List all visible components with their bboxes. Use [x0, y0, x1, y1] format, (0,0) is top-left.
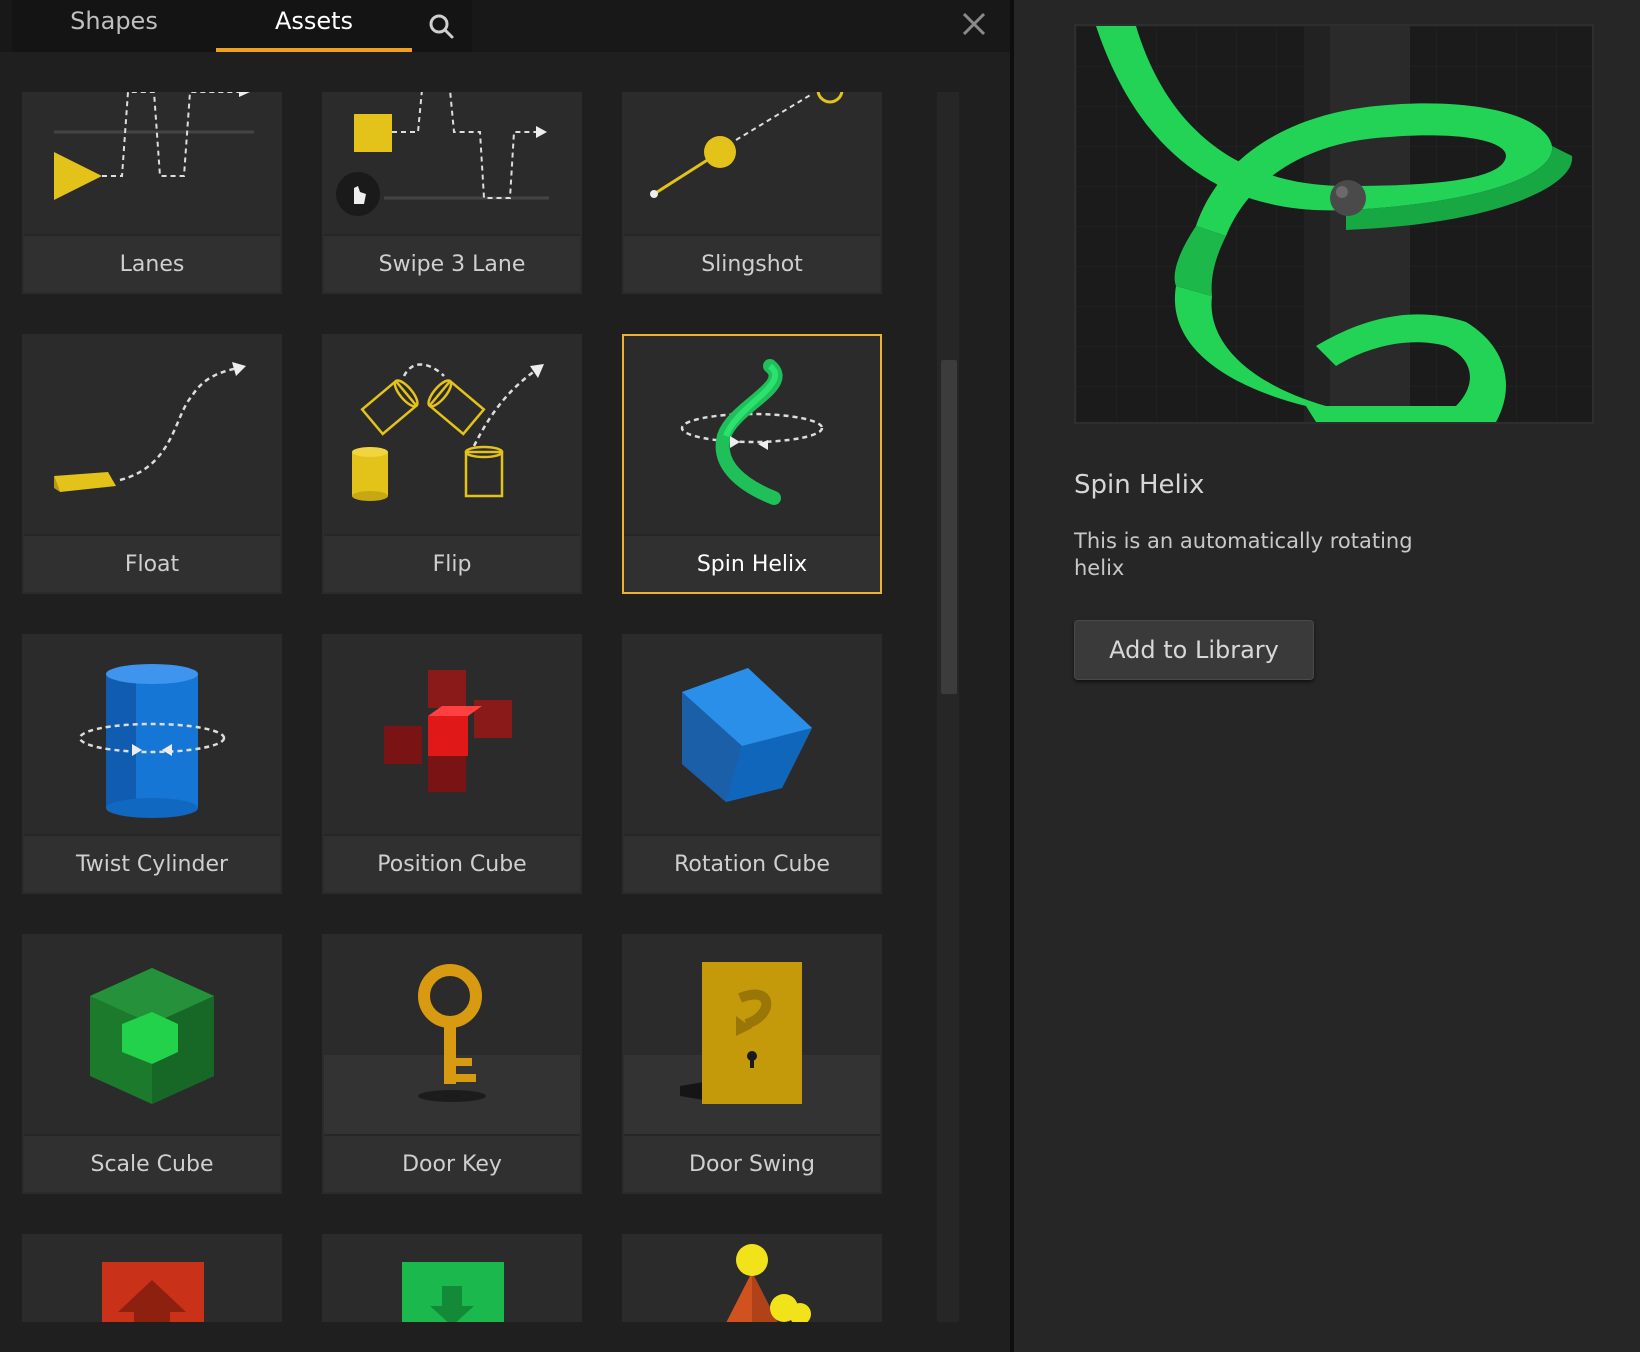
asset-card-flip[interactable]: Flip	[322, 334, 582, 594]
asset-card-door-key[interactable]: Door Key	[322, 934, 582, 1194]
asset-label: Float	[24, 534, 280, 592]
asset-label: Slingshot	[624, 234, 880, 292]
float-icon	[24, 336, 280, 534]
scrollbar-thumb[interactable]	[941, 360, 957, 694]
asset-detail-description: This is an automatically rotating helix	[1074, 529, 1413, 580]
slingshot-icon	[624, 92, 880, 234]
scale-cube-icon	[24, 936, 280, 1134]
close-icon[interactable]	[952, 4, 996, 44]
asset-card-slingshot[interactable]: Slingshot	[622, 92, 882, 294]
asset-card-up-arrow-block[interactable]	[22, 1234, 282, 1322]
asset-card-down-arrow-block[interactable]	[322, 1234, 582, 1322]
asset-label: Lanes	[24, 234, 280, 292]
asset-card-lanes[interactable]: Lanes	[22, 92, 282, 294]
asset-label: Position Cube	[324, 834, 580, 892]
twist-cylinder-icon	[24, 636, 280, 834]
asset-label: Twist Cylinder	[24, 834, 280, 892]
asset-label: Scale Cube	[24, 1134, 280, 1192]
asset-label: Rotation Cube	[624, 834, 880, 892]
add-to-library-button[interactable]: Add to Library	[1074, 620, 1314, 680]
tab-bar: Shapes Assets	[0, 0, 1010, 52]
door-key-icon	[324, 936, 580, 1134]
position-cube-icon	[324, 636, 580, 834]
asset-card-position-cube[interactable]: Position Cube	[322, 634, 582, 894]
asset-grid-viewport: Lanes Swipe 3 Lane Slingshot Float Flip …	[0, 92, 940, 1322]
swipe-3-lane-icon	[324, 92, 580, 234]
tab-assets[interactable]: Assets	[216, 0, 412, 52]
asset-card-spin-helix[interactable]: Spin Helix	[622, 334, 882, 594]
asset-label: Swipe 3 Lane	[324, 234, 580, 292]
asset-card-rotation-cube[interactable]: Rotation Cube	[622, 634, 882, 894]
tab-shapes[interactable]: Shapes	[12, 0, 216, 52]
asset-label: Door Key	[324, 1134, 580, 1192]
flip-icon	[324, 336, 580, 534]
door-swing-icon	[624, 936, 880, 1134]
asset-label: Flip	[324, 534, 580, 592]
lanes-icon	[24, 92, 280, 234]
asset-card-float[interactable]: Float	[22, 334, 282, 594]
asset-label: Spin Helix	[624, 534, 880, 592]
asset-detail-panel: Spin Helix This is an automatically rota…	[1014, 0, 1640, 1352]
pyramid-balls-icon	[624, 1236, 880, 1322]
search-icon[interactable]	[422, 6, 462, 46]
asset-card-twist-cylinder[interactable]: Twist Cylinder	[22, 634, 282, 894]
spin-helix-preview	[1074, 24, 1594, 424]
down-arrow-block-icon	[324, 1236, 580, 1322]
asset-card-scale-cube[interactable]: Scale Cube	[22, 934, 282, 1194]
asset-card-door-swing[interactable]: Door Swing	[622, 934, 882, 1194]
rotation-cube-icon	[624, 636, 880, 834]
asset-card-swipe-3-lane[interactable]: Swipe 3 Lane	[322, 92, 582, 294]
asset-detail-title: Spin Helix	[1074, 470, 1205, 500]
asset-label: Door Swing	[624, 1134, 880, 1192]
asset-grid: Lanes Swipe 3 Lane Slingshot Float Flip …	[22, 92, 922, 1322]
asset-card-pyramid-balls[interactable]	[622, 1234, 882, 1322]
asset-browser-panel: Shapes Assets Lanes Swipe 3 Lane Slingsh…	[0, 0, 1010, 1352]
up-arrow-block-icon	[24, 1236, 280, 1322]
scrollbar-track[interactable]	[937, 92, 959, 1322]
spin-helix-icon	[624, 336, 880, 534]
